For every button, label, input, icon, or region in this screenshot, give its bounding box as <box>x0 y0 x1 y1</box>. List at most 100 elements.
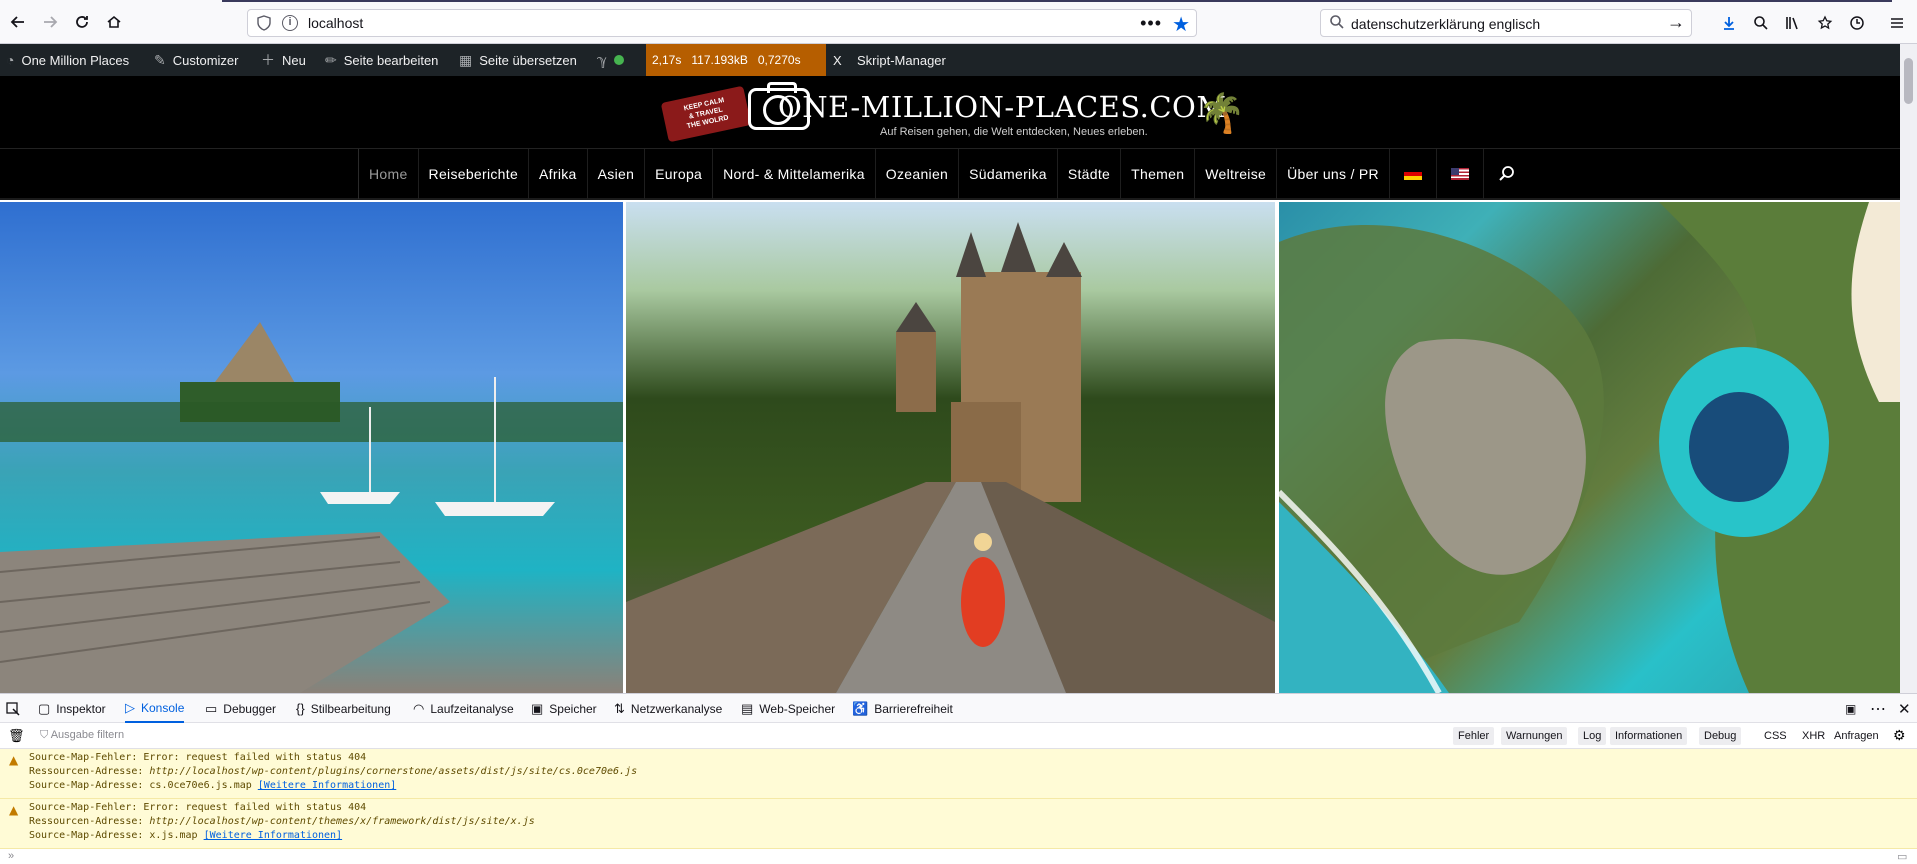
site-info-icon[interactable]: i <box>282 15 298 31</box>
message-title: Source-Map-Fehler: Error: request failed… <box>29 752 367 763</box>
debugger-icon: ▭ <box>205 700 218 716</box>
dashboard-icon: ◔ <box>6 52 15 68</box>
home-button[interactable] <box>100 8 128 36</box>
tab-barrierefreiheit[interactable]: ♿ Barrierefreiheit <box>852 694 953 723</box>
yoast-icon: ℽ <box>597 51 608 68</box>
devtools-close-icon[interactable]: ✕ <box>1898 694 1911 723</box>
console-input[interactable]: » ▭ <box>0 849 1917 864</box>
console-filter-bar: 🗑 ⛉ Ausgabe filtern Fehler Warnungen Log… <box>0 723 1917 749</box>
more-info-link[interactable]: [Weitere Informationen] <box>258 780 396 791</box>
trash-clear-icon[interactable]: 🗑 <box>8 728 25 744</box>
adminbar-seo[interactable]: ℽ <box>597 44 625 76</box>
query-monitor-stats[interactable]: 2,17s 117.193kB 0,7270s <box>646 44 826 76</box>
tab-label: Inspektor <box>56 701 106 716</box>
adminbar-script-manager[interactable]: Skript-Manager <box>857 44 946 76</box>
bookmark-star-icon[interactable]: ★ <box>1172 12 1190 37</box>
site-header: KEEP CALM & TRAVEL THE WOLRD ONE-MILLION-P… <box>0 76 1900 148</box>
devtools-more-icon[interactable]: ⋯ <box>1870 694 1886 723</box>
nav-asien[interactable]: Asien <box>586 149 645 199</box>
warning-icon: ▲ <box>9 803 19 817</box>
tab-debugger[interactable]: ▭ Debugger <box>205 694 276 723</box>
resource-url[interactable]: http://localhost/wp-content/themes/x/fra… <box>149 816 534 827</box>
nav-ueber-uns[interactable]: Über uns / PR <box>1276 149 1389 199</box>
adminbar-customizer[interactable]: ✎ Customizer <box>154 44 238 76</box>
devtools-panel: ▢ Inspektor ▷ Konsole ▭ Debugger {} Stilbear… <box>0 693 1917 864</box>
filter-anfragen[interactable]: Anfragen <box>1829 727 1884 745</box>
back-button[interactable] <box>4 8 32 36</box>
filter-placeholder: Ausgabe filtern <box>50 729 125 741</box>
forward-button[interactable] <box>36 8 64 36</box>
tab-laufzeitanalyse[interactable]: ◠ Laufzeitanalyse <box>413 694 514 723</box>
nav-lang-de[interactable] <box>1388 149 1436 199</box>
search-input[interactable]: datenschutzerklärung englisch <box>1351 16 1540 32</box>
reload-button[interactable] <box>68 8 96 36</box>
nav-weltreise[interactable]: Weltreise <box>1194 149 1276 199</box>
console-settings-gear-icon[interactable]: ⚙ <box>1893 727 1906 744</box>
url-text[interactable]: localhost <box>308 15 363 31</box>
nav-nord-mittelamerika[interactable]: Nord- & Mittelamerika <box>712 149 875 199</box>
filter-warnungen[interactable]: Warnungen <box>1501 727 1568 745</box>
library-icon[interactable] <box>1780 10 1806 36</box>
hero-image-lagoon[interactable] <box>1279 202 1900 693</box>
filter-css[interactable]: CSS <box>1759 727 1792 745</box>
resource-url[interactable]: http://localhost/wp-content/plugins/corn… <box>149 766 637 777</box>
tab-inspektor[interactable]: ▢ Inspektor <box>38 694 106 723</box>
search-toolbar-icon[interactable] <box>1748 10 1774 36</box>
page-scrollbar[interactable] <box>1900 44 1917 693</box>
performance-gauge-icon: ◠ <box>413 700 425 716</box>
warning-icon: ▲ <box>9 753 19 767</box>
adminbar-translate-page[interactable]: ▦ Seite übersetzen <box>459 44 577 76</box>
message-title: Source-Map-Fehler: Error: request failed… <box>29 802 367 813</box>
tab-label: Speicher <box>549 701 597 716</box>
adminbar-new[interactable]: ＋ Neu <box>261 44 306 76</box>
menu-hamburger-icon[interactable] <box>1884 10 1910 36</box>
hero-image-castle[interactable] <box>626 202 1275 693</box>
nav-suedamerika[interactable]: Südamerika <box>958 149 1057 199</box>
home-icon <box>107 15 121 28</box>
tab-netzwerkanalyse[interactable]: ⇅ Netzwerkanalyse <box>614 694 722 723</box>
nav-ozeanien[interactable]: Ozeanien <box>874 149 958 199</box>
reader-star-icon[interactable] <box>1812 10 1838 36</box>
filter-informationen[interactable]: Informationen <box>1610 727 1688 745</box>
dock-side-icon[interactable]: ▣ <box>1845 694 1856 723</box>
devtools-toolbar: ▢ Inspektor ▷ Konsole ▭ Debugger {} Stilbear… <box>0 694 1917 723</box>
tab-speicher[interactable]: ▣ Speicher <box>531 694 597 723</box>
script-manager-label: Skript-Manager <box>857 52 946 68</box>
adminbar-site-name[interactable]: ◔ One Million Places <box>6 44 129 76</box>
tab-konsole[interactable]: ▷ Konsole <box>125 694 185 723</box>
search-bar[interactable]: datenschutzerklärung englisch → <box>1320 9 1692 37</box>
tab-label: Web-Speicher <box>759 701 836 716</box>
filter-debug[interactable]: Debug <box>1699 727 1742 745</box>
downloads-icon[interactable] <box>1716 10 1742 36</box>
filter-xhr[interactable]: XHR <box>1797 727 1830 745</box>
palm-tree-icon: 🌴 <box>1198 93 1246 135</box>
tab-web-speicher[interactable]: ▤ Web-Speicher <box>741 694 835 723</box>
filter-log[interactable]: Log <box>1578 727 1607 745</box>
search-go-arrow-icon[interactable]: → <box>1667 12 1685 33</box>
site-logo[interactable]: KEEP CALM & TRAVEL THE WOLRD ONE-MILLION-P… <box>660 82 1245 143</box>
console-message: ▲ Source-Map-Fehler: Error: request fail… <box>0 799 1917 849</box>
tab-label: Netzwerkanalyse <box>630 701 723 716</box>
history-clock-icon[interactable] <box>1844 10 1870 36</box>
address-bar[interactable]: i localhost ••• ★ <box>247 9 1197 37</box>
filter-fehler[interactable]: Fehler <box>1453 727 1495 745</box>
adminbar-close-x[interactable]: X <box>833 44 842 76</box>
more-info-link[interactable]: [Weitere Informationen] <box>204 830 342 841</box>
nav-afrika[interactable]: Afrika <box>528 149 587 199</box>
page-scrollbar-thumb[interactable] <box>1904 58 1913 104</box>
hero-image-tropical-pier[interactable] <box>0 202 623 693</box>
nav-lang-en[interactable] <box>1435 149 1483 199</box>
element-picker-icon[interactable] <box>6 694 20 723</box>
console-filter-input[interactable]: ⛉ Ausgabe filtern <box>40 729 124 742</box>
nav-reiseberichte[interactable]: Reiseberichte <box>417 149 529 199</box>
shield-icon[interactable] <box>256 15 272 31</box>
nav-home[interactable]: Home <box>358 149 418 199</box>
adminbar-edit-page[interactable]: ✏ Seite bearbeiten <box>325 44 438 76</box>
nav-search[interactable] <box>1482 149 1530 199</box>
split-console-icon[interactable]: ▭ <box>1897 850 1907 863</box>
tab-stilbearbeitung[interactable]: {} Stilbearbeitung <box>296 694 391 723</box>
page-actions-icon[interactable]: ••• <box>1140 13 1162 34</box>
nav-europa[interactable]: Europa <box>644 149 712 199</box>
nav-themen[interactable]: Themen <box>1120 149 1194 199</box>
nav-staedte[interactable]: Städte <box>1056 149 1120 199</box>
